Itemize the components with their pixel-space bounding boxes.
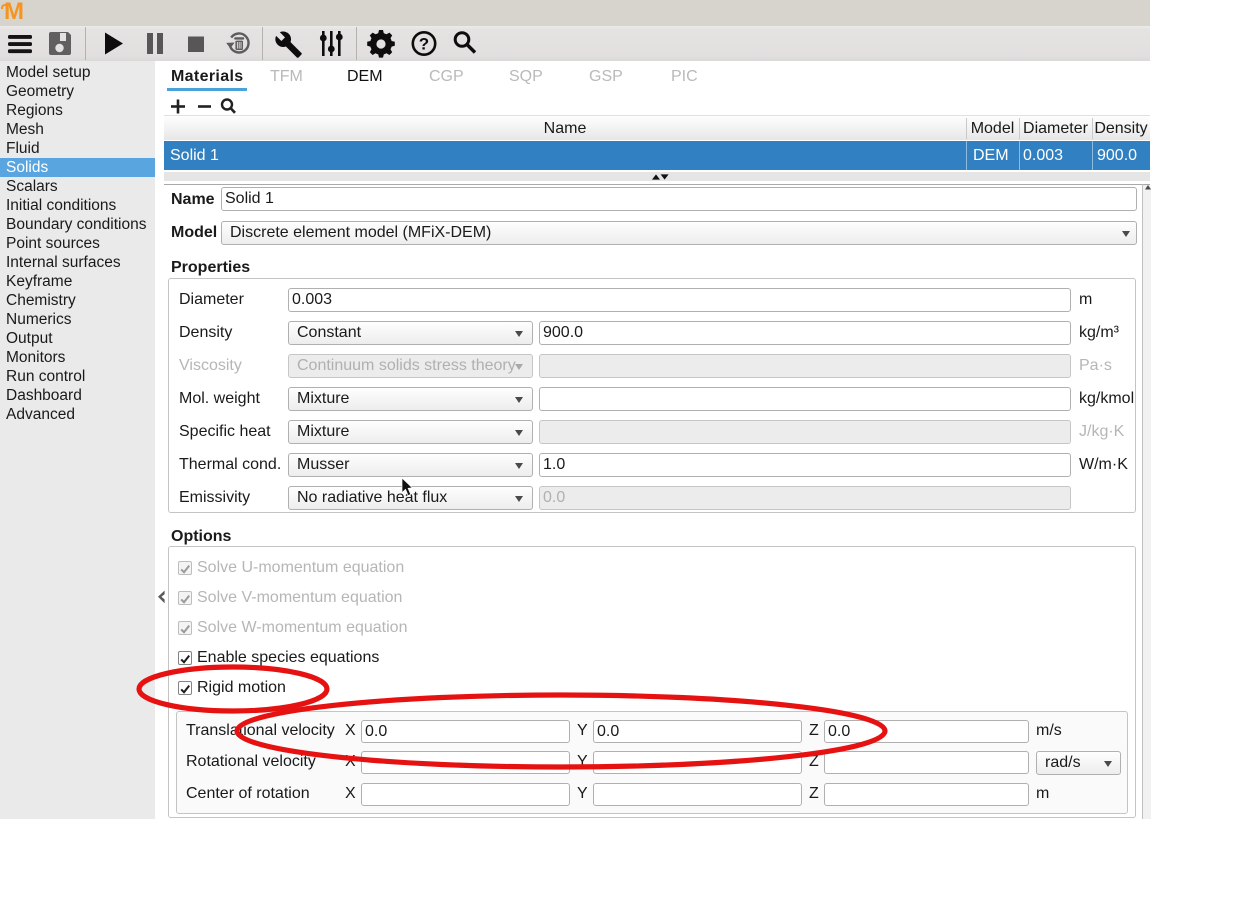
svg-text:?: ? <box>419 35 429 54</box>
